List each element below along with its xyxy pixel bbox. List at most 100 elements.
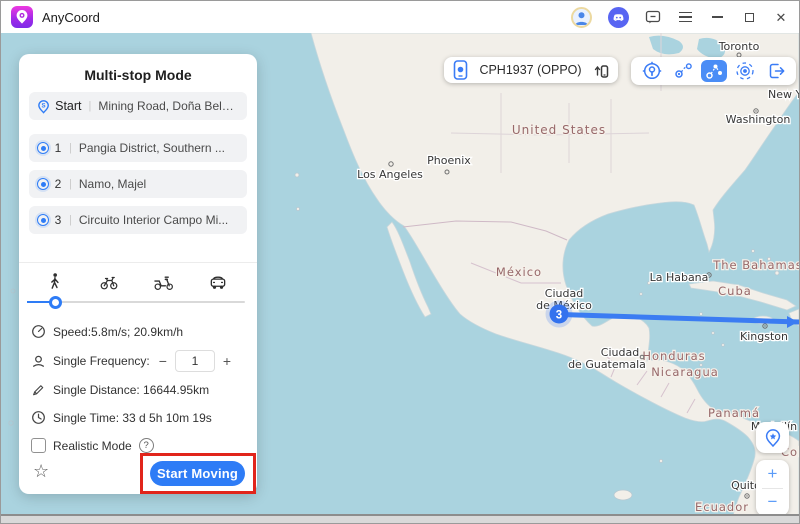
svg-text:S: S	[42, 102, 46, 109]
car-icon	[208, 272, 228, 291]
speed-text: Speed:5.8m/s; 20.9km/h	[53, 325, 183, 339]
stop-row-1[interactable]: 1 | Pangia District, Southern ...	[29, 134, 247, 162]
distance-row: Single Distance: 16644.95km	[31, 382, 247, 397]
frequency-plus-button[interactable]: +	[223, 354, 231, 368]
map-label-country: Ecuador	[695, 500, 749, 514]
map-label-city: Phoenix	[427, 154, 471, 167]
map-label-city: La Habana	[650, 271, 709, 284]
stop-marker-label: 3	[556, 310, 562, 322]
frequency-row: Single Frequency: − +	[31, 350, 247, 372]
stop-row-2[interactable]: 2 | Namo, Majel	[29, 170, 247, 198]
mode-toolbar	[631, 57, 796, 85]
speedometer-icon	[31, 324, 46, 339]
clock-icon	[31, 410, 46, 425]
zoom-controls: + −	[756, 460, 789, 516]
exit-icon	[766, 61, 786, 81]
car-mode-tab[interactable]	[191, 269, 246, 293]
help-icon[interactable]: ?	[139, 438, 154, 453]
map-label-country: Honduras	[642, 349, 705, 363]
speed-slider[interactable]	[27, 301, 245, 303]
map-area: United States México Cuba The Bahamas Ho…	[1, 33, 799, 516]
separator: |	[67, 178, 74, 190]
stop-address: Circuito Interior Campo Mi...	[79, 213, 228, 227]
speed-row: Speed:5.8m/s; 20.9km/h	[31, 324, 247, 339]
multi-stop-panel: Multi-stop Mode S Start | Mining Road, D…	[19, 54, 257, 494]
walk-mode-tab[interactable]	[27, 269, 82, 293]
discord-icon[interactable]	[608, 7, 629, 28]
mode-two-spot-button[interactable]	[670, 60, 696, 82]
stop-dot-icon	[37, 178, 49, 190]
phone-icon	[453, 60, 468, 80]
panel-divider	[19, 262, 257, 263]
map-label-country: The Bahamas	[712, 258, 799, 272]
stop-number: 2	[54, 177, 62, 191]
exit-mode-button[interactable]	[763, 60, 789, 82]
scooter-icon	[153, 272, 174, 291]
stop-dot-icon	[37, 142, 49, 154]
bicycle-icon	[99, 272, 119, 291]
frequency-input[interactable]	[175, 350, 215, 372]
stop-address: Namo, Majel	[79, 177, 146, 191]
map-label-country: Nicaragua	[651, 365, 719, 379]
separator: |	[67, 214, 74, 226]
main-menu-icon[interactable]	[677, 9, 693, 25]
close-button[interactable]: ✕	[773, 9, 789, 25]
start-pin-icon: S	[37, 99, 50, 114]
stop-dot-icon	[37, 214, 49, 226]
realistic-mode-checkbox[interactable]	[31, 438, 46, 453]
stop-row-3[interactable]: 3 | Circuito Interior Campo Mi...	[29, 206, 247, 234]
frequency-minus-button[interactable]: −	[159, 354, 167, 368]
realistic-mode-row: Realistic Mode ?	[31, 438, 247, 453]
frequency-icon	[31, 354, 46, 369]
window-bottom-edge	[1, 514, 799, 523]
separator: |	[87, 100, 94, 112]
mode-joystick-button[interactable]	[732, 60, 758, 82]
frequency-stepper: − +	[159, 350, 231, 372]
titlebar: AnyCoord	[1, 1, 799, 33]
favorites-button[interactable]	[756, 422, 789, 453]
pin-star-icon	[763, 428, 783, 448]
walk-icon	[45, 272, 64, 291]
stop-number: 1	[54, 141, 62, 155]
map-label-country: México	[496, 265, 542, 279]
two-spot-mode-icon	[673, 61, 693, 81]
start-address: Mining Road, Doña Belen ...	[98, 99, 239, 113]
maximize-button[interactable]	[741, 9, 757, 25]
map-label-country: Cuba	[718, 284, 752, 298]
feedback-icon[interactable]	[645, 9, 661, 25]
stop-address: Pangia District, Southern ...	[79, 141, 225, 155]
teleport-mode-icon	[642, 61, 662, 81]
zoom-out-button[interactable]: −	[756, 489, 789, 517]
map-label-city: Washington	[726, 113, 791, 126]
favorite-star-icon[interactable]: ☆	[33, 461, 49, 482]
mode-multi-stop-button[interactable]	[701, 60, 727, 82]
panel-title: Multi-stop Mode	[19, 67, 257, 83]
map-label-city: de Guatemala	[568, 358, 646, 371]
device-selector[interactable]: CPH1937 (OPPO)	[444, 57, 618, 83]
separator: |	[67, 142, 74, 154]
multi-stop-mode-icon	[704, 61, 724, 81]
bike-mode-tab[interactable]	[82, 269, 137, 293]
app-window: AnyCoord	[0, 0, 800, 524]
mode-teleport-button[interactable]	[639, 60, 665, 82]
map-label-city: Los Angeles	[357, 168, 423, 181]
stop-number: 3	[54, 213, 62, 227]
map-label-city: Toronto	[718, 40, 760, 53]
transport-mode-tabs	[27, 269, 245, 293]
anycoord-logo-icon	[11, 6, 33, 28]
start-location-row[interactable]: S Start | Mining Road, Doña Belen ...	[29, 92, 247, 120]
app-title: AnyCoord	[42, 10, 100, 25]
time-row: Single Time: 33 d 5h 10m 19s	[31, 410, 247, 425]
user-avatar[interactable]	[571, 7, 592, 28]
time-text: Single Time: 33 d 5h 10m 19s	[53, 411, 212, 425]
map-label-country: United States	[512, 123, 606, 137]
switch-device-icon[interactable]	[593, 62, 609, 79]
device-name: CPH1937 (OPPO)	[476, 63, 585, 77]
zoom-in-button[interactable]: +	[756, 460, 789, 488]
minimize-button[interactable]	[709, 9, 725, 25]
scooter-mode-tab[interactable]	[136, 269, 191, 293]
slider-handle[interactable]	[49, 296, 62, 309]
realistic-mode-label: Realistic Mode	[53, 439, 132, 453]
map-label-city: New York	[768, 88, 799, 101]
start-label: Start	[55, 99, 81, 113]
